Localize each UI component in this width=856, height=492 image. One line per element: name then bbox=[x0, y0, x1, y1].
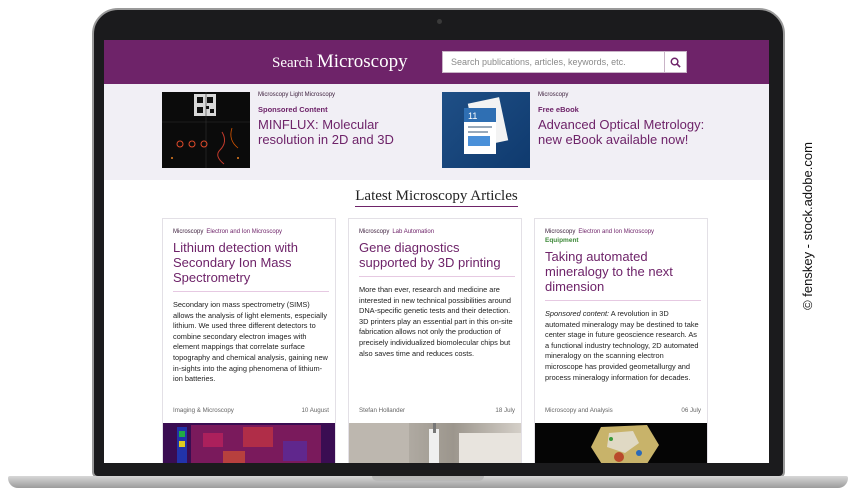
article-title[interactable]: Taking automated mineralogy to the next … bbox=[545, 249, 701, 301]
site-logo[interactable]: Search Microscopy bbox=[272, 51, 408, 73]
promo-text: Microscopy Free eBook Advanced Optical M… bbox=[538, 92, 713, 147]
article-title[interactable]: Gene diagnostics supported by 3D printin… bbox=[359, 240, 515, 277]
article-author: Imaging & Microscopy bbox=[173, 407, 234, 414]
promo-thumbnail bbox=[162, 92, 250, 168]
site-header: Search Microscopy bbox=[104, 40, 769, 84]
article-meta: Microscopy and Analysis 06 July bbox=[545, 407, 701, 414]
promo-type: Free eBook bbox=[538, 105, 579, 114]
article-card[interactable]: Microscopy Electron and Ion Microscopy Eq… bbox=[534, 218, 708, 463]
article-summary: Secondary ion mass spectrometry (SIMS) a… bbox=[173, 300, 329, 385]
article-date: 18 July bbox=[495, 407, 515, 414]
article-subcategory[interactable]: Lab Automation bbox=[392, 229, 434, 235]
search-box bbox=[442, 51, 687, 73]
article-content: Microscopy Electron and Ion Microscopy Li… bbox=[173, 229, 329, 385]
article-summary: More than ever, research and medicine ar… bbox=[359, 285, 515, 359]
photo-credit: © fenskey - stock.adobe.com bbox=[800, 142, 815, 310]
article-meta: Stefan Hollander 18 July bbox=[359, 407, 515, 414]
article-image[interactable] bbox=[349, 423, 521, 463]
section-title-text: Latest Microscopy Articles bbox=[355, 188, 518, 207]
article-tag[interactable]: Equipment bbox=[545, 237, 701, 244]
promo-type: Sponsored Content bbox=[258, 105, 328, 114]
promo-card-minflux[interactable]: Microscopy Light Microscopy Sponsored Co… bbox=[162, 92, 432, 172]
laptop-notch bbox=[372, 476, 484, 481]
promo-title[interactable]: MINFLUX: Molecular resolution in 2D and … bbox=[258, 117, 433, 147]
article-category[interactable]: Microscopy bbox=[545, 229, 575, 235]
brand-name: Microscopy bbox=[316, 51, 408, 72]
article-meta: Imaging & Microscopy 10 August bbox=[173, 407, 329, 414]
article-subcategory[interactable]: Electron and Ion Microscopy bbox=[206, 229, 282, 235]
article-summary: Sponsored content: A revolution in 3D au… bbox=[545, 309, 701, 383]
article-category[interactable]: Microscopy bbox=[359, 229, 389, 235]
promo-category: Microscopy Light Microscopy bbox=[258, 92, 336, 98]
section-title: Latest Microscopy Articles bbox=[104, 188, 769, 207]
article-summary-text: A revolution in 3D automated mineralogy … bbox=[545, 309, 699, 382]
article-card[interactable]: Microscopy Electron and Ion Microscopy Li… bbox=[162, 218, 336, 463]
lab-photo-image-icon bbox=[349, 423, 521, 463]
minflux-image-icon bbox=[162, 92, 250, 168]
promo-card-ebook[interactable]: 11 Microscopy Free eBook Advanced Optica… bbox=[442, 92, 712, 172]
laptop-screen: Search Microscopy Search publications, a… bbox=[104, 40, 769, 463]
camera-dot bbox=[437, 19, 442, 24]
promo-band: Microscopy Light Microscopy Sponsored Co… bbox=[104, 84, 769, 180]
article-author: Microscopy and Analysis bbox=[545, 407, 613, 414]
article-date: 06 July bbox=[681, 407, 701, 414]
article-subcategory[interactable]: Electron and Ion Microscopy bbox=[578, 229, 654, 235]
article-image[interactable] bbox=[163, 423, 335, 463]
brand-search-word: Search bbox=[272, 55, 313, 71]
article-lead: Sponsored content: bbox=[545, 309, 610, 318]
article-author: Stefan Hollander bbox=[359, 407, 406, 414]
promo-text: Microscopy Light Microscopy Sponsored Co… bbox=[258, 92, 433, 147]
article-category[interactable]: Microscopy bbox=[173, 229, 203, 235]
article-summary-text: Secondary ion mass spectrometry (SIMS) a… bbox=[173, 300, 328, 384]
sims-map-image-icon bbox=[177, 425, 321, 463]
ebook-cover-icon: 11 bbox=[464, 97, 509, 154]
svg-text:11: 11 bbox=[468, 111, 477, 121]
search-button[interactable] bbox=[664, 52, 686, 72]
article-date: 10 August bbox=[301, 407, 329, 414]
article-content: Microscopy Electron and Ion Microscopy Eq… bbox=[545, 229, 701, 383]
search-icon bbox=[670, 57, 681, 68]
article-summary-text: More than ever, research and medicine ar… bbox=[359, 285, 513, 358]
article-content: Microscopy Lab Automation Gene diagnostic… bbox=[359, 229, 515, 359]
article-title[interactable]: Lithium detection with Secondary Ion Mas… bbox=[173, 240, 329, 292]
mineral-3d-image-icon bbox=[591, 425, 659, 463]
article-categories: Microscopy Lab Automation bbox=[359, 229, 515, 235]
article-card[interactable]: Microscopy Lab Automation Gene diagnostic… bbox=[348, 218, 522, 463]
article-categories: Microscopy Electron and Ion Microscopy bbox=[173, 229, 329, 235]
article-image[interactable] bbox=[535, 423, 707, 463]
promo-title[interactable]: Advanced Optical Metrology: new eBook av… bbox=[538, 117, 713, 147]
search-input[interactable] bbox=[443, 52, 664, 72]
article-categories: Microscopy Electron and Ion Microscopy bbox=[545, 229, 701, 235]
promo-thumbnail: 11 bbox=[442, 92, 530, 168]
promo-category: Microscopy bbox=[538, 92, 569, 98]
